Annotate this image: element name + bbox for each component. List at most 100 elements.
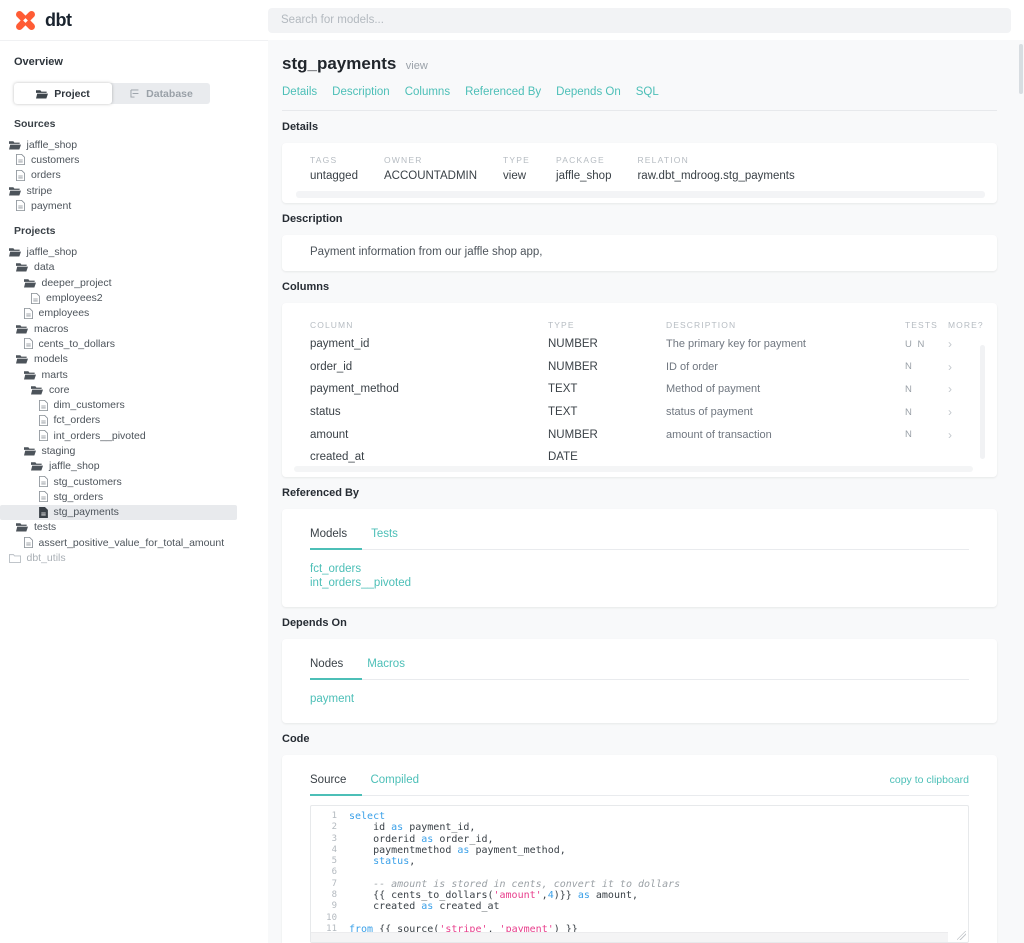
token-kw: as — [391, 822, 403, 833]
tree-item-label: stg_orders — [54, 491, 104, 503]
expand-row-chevron-icon[interactable]: › — [948, 360, 969, 374]
referenced-by-tab-models[interactable]: Models — [310, 528, 347, 540]
dbt-logo[interactable]: dbt — [0, 8, 268, 33]
columns-vertical-scrollbar[interactable] — [980, 345, 985, 459]
cell-column-name: payment_method — [310, 383, 548, 395]
tree-item-staging[interactable]: staging — [0, 443, 268, 458]
depends-on-card: Nodes Macros payment — [282, 639, 997, 723]
cell-description: Method of payment — [666, 383, 905, 395]
folder-open-icon — [24, 370, 36, 380]
tree-item-data[interactable]: data — [0, 260, 268, 275]
cell-tests: N — [905, 429, 948, 440]
expand-row-chevron-icon[interactable]: › — [948, 428, 969, 442]
columns-card: COLUMNTYPEDESCRIPTIONTESTSMORE? payment_… — [282, 303, 997, 477]
file-icon — [39, 415, 48, 426]
view-toggle-project[interactable]: Project — [14, 83, 112, 104]
code-line-2: 2 id as payment_id, — [311, 822, 968, 833]
tree-item-label: employees — [39, 307, 90, 319]
file-icon — [39, 491, 48, 502]
tree-item-fct-orders[interactable]: fct_orders — [0, 413, 268, 428]
tree-item-core[interactable]: core — [0, 382, 268, 397]
resize-grip-icon[interactable] — [957, 931, 966, 940]
code-tab-compiled[interactable]: Compiled — [370, 774, 419, 786]
folder-open-icon — [16, 354, 28, 364]
code-tab-source[interactable]: Source — [310, 774, 346, 786]
code-horizontal-scrollbar[interactable] — [311, 932, 948, 942]
tree-item-payment[interactable]: payment — [0, 198, 268, 213]
column-row-payment-method: payment_methodTEXTMethod of paymentN› — [310, 378, 969, 401]
referenced-by-link-fct-orders[interactable]: fct_orders — [310, 563, 969, 577]
description-heading: Description — [282, 214, 997, 225]
sidebar: Overview ProjectDatabase Sourcesjaffle_s… — [0, 40, 268, 943]
nav-link-columns[interactable]: Columns — [405, 86, 450, 98]
file-icon — [24, 338, 33, 349]
tree-item-dim-customers[interactable]: dim_customers — [0, 397, 268, 412]
view-toggle-label: Database — [146, 88, 193, 100]
tree-item-customers[interactable]: customers — [0, 152, 268, 167]
tree-item-jaffle-shop[interactable]: jaffle_shop — [0, 244, 268, 259]
referenced-by-link-int-orders-pivoted[interactable]: int_orders__pivoted — [310, 577, 969, 591]
page-scrollbar-thumb[interactable] — [1019, 44, 1023, 94]
file-icon — [16, 170, 25, 181]
depends-on-tab-macros[interactable]: Macros — [367, 658, 405, 670]
depends-on-heading: Depends On — [282, 618, 997, 629]
folder-open-icon — [24, 446, 36, 456]
tree-item-stripe[interactable]: stripe — [0, 183, 268, 198]
columns-horizontal-scrollbar[interactable] — [294, 466, 973, 472]
copy-to-clipboard-button[interactable]: copy to clipboard — [890, 774, 969, 786]
line-number: 10 — [311, 913, 349, 924]
folder-open-icon — [24, 278, 36, 288]
tree-item-cents-to-dollars[interactable]: cents_to_dollars — [0, 336, 268, 351]
tree-item-int-orders-pivoted[interactable]: int_orders__pivoted — [0, 428, 268, 443]
folder-open-icon — [16, 262, 28, 272]
column-header-more: MORE? — [948, 320, 984, 330]
nav-link-depends-on[interactable]: Depends On — [556, 86, 621, 98]
tree-item-orders[interactable]: orders — [0, 168, 268, 183]
column-row-order-id: order_idNUMBERID of orderN› — [310, 356, 969, 379]
tree-item-jaffle-shop[interactable]: jaffle_shop — [0, 459, 268, 474]
expand-row-chevron-icon[interactable]: › — [948, 382, 969, 396]
code-card: SourceCompiledcopy to clipboard 1select2… — [282, 755, 997, 943]
tree-item-label: core — [49, 384, 69, 396]
tree-item-label: models — [34, 353, 68, 365]
detail-field-package: PACKAGEjaffle_shop — [556, 155, 611, 182]
file-icon — [39, 430, 48, 441]
token-id: order_id, — [433, 834, 493, 845]
tree-item-macros[interactable]: macros — [0, 321, 268, 336]
tree-item-label: jaffle_shop — [27, 139, 78, 151]
tree-item-tests[interactable]: tests — [0, 520, 268, 535]
nav-link-referenced-by[interactable]: Referenced By — [465, 86, 541, 98]
tree-item-stg-orders[interactable]: stg_orders — [0, 489, 268, 504]
tree-item-employees2[interactable]: employees2 — [0, 290, 268, 305]
tree-item-jaffle-shop[interactable]: jaffle_shop — [0, 137, 268, 152]
cell-column-name: created_at — [310, 451, 548, 463]
tree-item-assert-positive-value-for-total-amount[interactable]: assert_positive_value_for_total_amount — [0, 535, 268, 550]
file-solid-icon — [39, 507, 48, 518]
columns-heading: Columns — [282, 282, 997, 293]
view-toggle-database[interactable]: Database — [112, 83, 210, 104]
tree-item-dbt-utils[interactable]: dbt_utils — [0, 550, 268, 565]
tree-item-label: stripe — [27, 185, 53, 197]
depends-on-link-payment[interactable]: payment — [310, 693, 969, 707]
nav-link-description[interactable]: Description — [332, 86, 390, 98]
line-number: 8 — [311, 890, 349, 901]
tree-item-employees[interactable]: employees — [0, 306, 268, 321]
tree-item-stg-customers[interactable]: stg_customers — [0, 474, 268, 489]
overview-link[interactable]: Overview — [14, 56, 254, 68]
tree-item-marts[interactable]: marts — [0, 367, 268, 382]
tree-item-stg-payments[interactable]: stg_payments — [0, 505, 237, 520]
search-input[interactable] — [268, 8, 1011, 33]
nav-link-details[interactable]: Details — [282, 86, 317, 98]
referenced-by-tab-tests[interactable]: Tests — [371, 528, 398, 540]
tree-item-deeper-project[interactable]: deeper_project — [0, 275, 268, 290]
tree-item-label: employees2 — [46, 292, 103, 304]
nav-link-sql[interactable]: SQL — [636, 86, 659, 98]
depends-on-tab-nodes[interactable]: Nodes — [310, 658, 343, 670]
details-scrollbar-track[interactable] — [296, 191, 985, 198]
tree-item-models[interactable]: models — [0, 352, 268, 367]
expand-row-chevron-icon[interactable]: › — [948, 405, 969, 419]
description-section: Description Payment information from our… — [282, 214, 997, 271]
cell-tests: N — [905, 361, 948, 372]
tree-item-label: staging — [42, 445, 76, 457]
expand-row-chevron-icon[interactable]: › — [948, 337, 969, 351]
